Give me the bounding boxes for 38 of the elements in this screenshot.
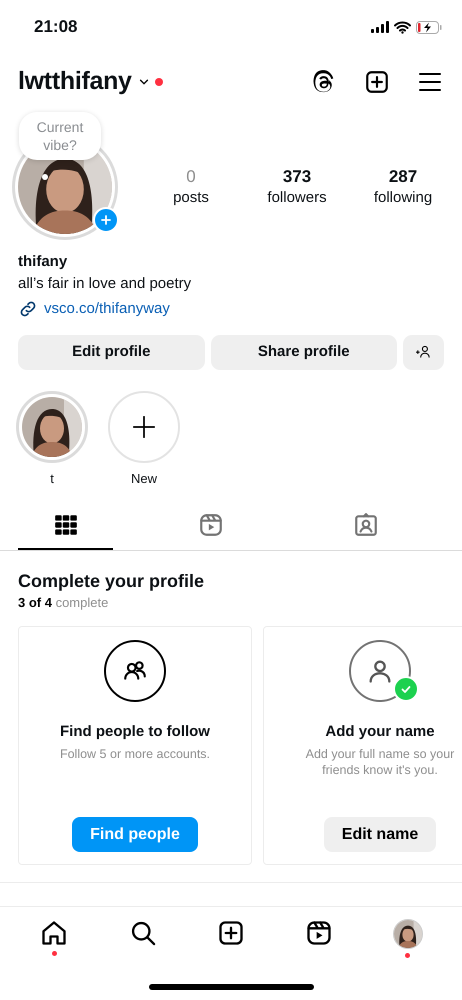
stat-item[interactable]: 373 followers bbox=[244, 166, 350, 208]
status-time: 21:08 bbox=[34, 16, 78, 38]
card-description: Follow 5 or more accounts. bbox=[60, 746, 210, 762]
threads-icon[interactable] bbox=[311, 70, 336, 94]
card-title: Find people to follow bbox=[60, 722, 210, 742]
profile-button[interactable]: Edit profile bbox=[18, 334, 204, 370]
plus-icon bbox=[131, 414, 157, 440]
highlight-label: New bbox=[130, 470, 157, 488]
create-icon[interactable] bbox=[364, 69, 390, 95]
reels-icon bbox=[305, 919, 334, 947]
link-icon bbox=[18, 299, 38, 320]
account-switcher[interactable]: lwtthifany bbox=[18, 63, 150, 101]
bio-link[interactable]: vsco.co/thifanyway bbox=[44, 298, 170, 320]
plus-icon bbox=[100, 214, 112, 226]
reels-icon bbox=[198, 512, 224, 538]
card-title: Add your name bbox=[325, 722, 435, 742]
stat-item[interactable]: 287 following bbox=[350, 166, 456, 208]
home-icon bbox=[40, 919, 68, 947]
section-title: Complete your profile bbox=[18, 570, 206, 593]
bio-text: all’s fair in love and poetry bbox=[18, 274, 192, 294]
progress-text: 3 of 4 complete bbox=[18, 594, 110, 612]
tagged-icon bbox=[353, 512, 380, 538]
card-description: Add your full name so your friends know it's you. bbox=[304, 746, 456, 778]
add-person-button[interactable] bbox=[403, 334, 444, 370]
highlight-label: t bbox=[50, 470, 54, 488]
profile-button[interactable]: Share profile bbox=[210, 334, 397, 370]
wifi-icon bbox=[394, 20, 411, 34]
menu-icon[interactable] bbox=[418, 70, 442, 94]
check-icon bbox=[400, 683, 412, 695]
signal-icon bbox=[371, 21, 389, 33]
battery-icon bbox=[416, 20, 442, 34]
plus-square-icon bbox=[216, 919, 245, 947]
add-person-icon bbox=[415, 344, 432, 360]
card-button[interactable]: Edit name bbox=[324, 817, 436, 852]
highlight-ring[interactable] bbox=[16, 390, 88, 462]
add-story-button[interactable] bbox=[93, 207, 119, 233]
profile-name: thifany bbox=[18, 252, 68, 272]
stat-item[interactable]: 0 posts bbox=[138, 166, 244, 208]
